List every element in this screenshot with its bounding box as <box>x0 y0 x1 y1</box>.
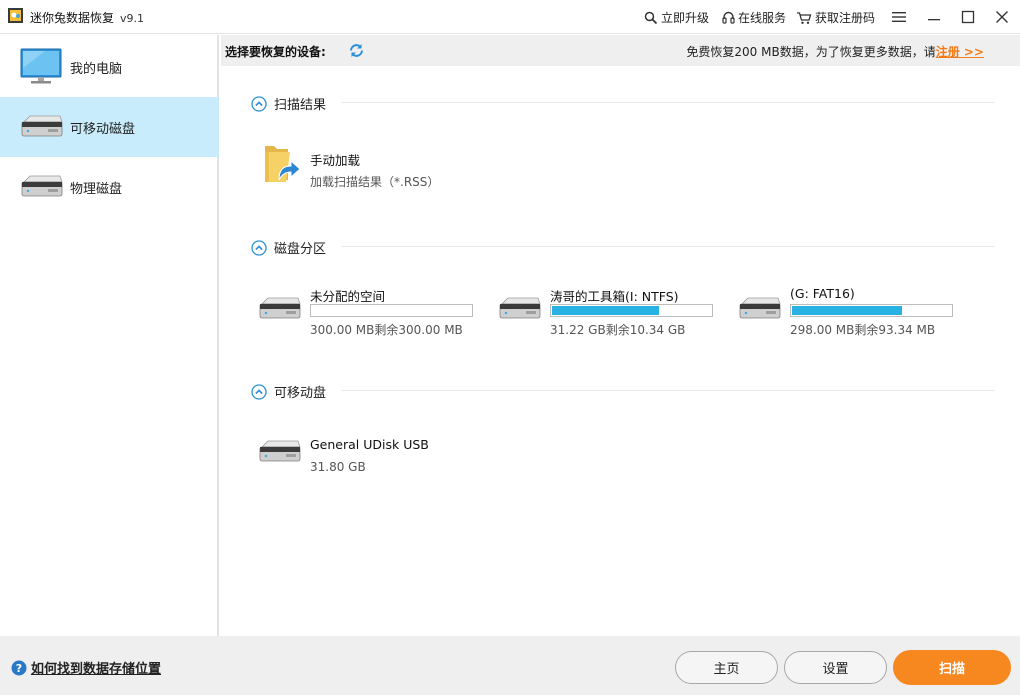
section-partitions-title: 磁盘分区 <box>274 242 327 257</box>
menu-button[interactable] <box>886 4 912 30</box>
drive-icon <box>21 175 63 197</box>
promo-message: 免费恢复200 MB数据，为了恢复更多数据，请注册 >> <box>686 43 984 60</box>
sidebar-item-removable-disk[interactable]: 可移动磁盘 <box>0 97 219 157</box>
partition-usage-bar <box>790 304 953 317</box>
headset-icon <box>722 11 735 24</box>
partition-tile-i-ntfs[interactable]: 涛哥的工具箱(I: NTFS) 31.22 GB剩余10.34 GB <box>498 283 718 343</box>
manual-load-desc: 加载扫描结果（*.RSS） <box>310 175 440 189</box>
device-select-label: 选择要恢复的设备: <box>225 45 326 59</box>
partition-name: (G: FAT16) <box>790 286 855 301</box>
sidebar-item-label: 可移动磁盘 <box>70 121 136 137</box>
search-icon <box>644 11 658 24</box>
sidebar-item-label: 物理磁盘 <box>70 181 123 197</box>
online-service-label: 在线服务 <box>738 11 787 25</box>
app-version: v9.1 <box>120 12 145 25</box>
partition-usage-bar <box>310 304 473 317</box>
maximize-icon <box>961 10 975 24</box>
help-link-label: 如何找到数据存储位置 <box>31 662 162 677</box>
upgrade-link[interactable]: 立即升级 <box>644 9 709 26</box>
partition-usage-fill <box>552 306 659 315</box>
home-button[interactable]: 主页 <box>675 651 778 684</box>
section-removable-title: 可移动盘 <box>274 386 327 401</box>
register-link[interactable]: 注册 >> <box>936 45 984 59</box>
online-service-link[interactable]: 在线服务 <box>722 9 786 26</box>
get-register-code-label: 获取注册码 <box>815 11 876 25</box>
removable-disk-tile[interactable]: General UDisk USB 31.80 GB <box>258 434 478 478</box>
drive-icon <box>499 297 541 319</box>
minimize-button[interactable] <box>921 4 947 30</box>
collapse-icon <box>251 95 267 112</box>
title-bar: 迷你兔数据恢复 v9.1 立即升级 在线服务 获取注册码 <box>0 0 1020 34</box>
refresh-icon[interactable] <box>348 42 365 59</box>
app-title: 迷你兔数据恢复 v9.1 <box>30 9 144 26</box>
cart-icon <box>797 11 812 24</box>
upgrade-label: 立即升级 <box>661 11 710 25</box>
minimize-icon <box>928 19 940 21</box>
settings-button[interactable]: 设置 <box>784 651 887 684</box>
close-icon <box>996 11 1008 23</box>
collapse-icon <box>251 239 267 256</box>
partition-tile-unallocated[interactable]: 未分配的空间 300.00 MB剩余300.00 MB <box>258 283 478 343</box>
help-link[interactable]: ? 如何找到数据存储位置 <box>11 658 161 677</box>
footer: ? 如何找到数据存储位置 主页 设置 扫描 <box>0 636 1020 695</box>
manual-load-name: 手动加载 <box>310 153 361 168</box>
section-divider <box>342 390 994 391</box>
sidebar-item-physical-disk[interactable]: 物理磁盘 <box>0 157 219 217</box>
drive-icon <box>259 440 301 462</box>
question-icon: ? <box>11 660 27 675</box>
partition-usage-fill <box>792 306 902 315</box>
partition-usage-bar <box>550 304 713 317</box>
sidebar: 我的电脑 可移动磁盘 物理磁盘 <box>0 35 219 636</box>
get-register-code-link[interactable]: 获取注册码 <box>796 9 875 26</box>
drive-icon <box>259 297 301 319</box>
partition-usage-text: 300.00 MB剩余300.00 MB <box>310 323 463 337</box>
partition-usage-text: 298.00 MB剩余93.34 MB <box>790 323 936 337</box>
removable-disk-size: 31.80 GB <box>310 460 366 474</box>
section-divider <box>342 246 994 247</box>
manual-load-tile[interactable]: 手动加载 加载扫描结果（*.RSS） <box>260 140 480 190</box>
partition-name: 未分配的空间 <box>310 289 386 304</box>
app-logo-icon <box>8 8 23 23</box>
folder-load-icon <box>265 146 301 182</box>
section-divider <box>342 102 994 103</box>
drive-icon <box>739 297 781 319</box>
partition-name: 涛哥的工具箱(I: NTFS) <box>550 289 679 304</box>
svg-text:?: ? <box>16 662 22 675</box>
section-scan-results-title: 扫描结果 <box>274 98 327 113</box>
removable-disk-name: General UDisk USB <box>310 437 429 452</box>
sidebar-item-my-computer[interactable]: 我的电脑 <box>0 37 219 97</box>
scan-button[interactable]: 扫描 <box>893 650 1011 685</box>
monitor-icon <box>20 48 62 84</box>
section-removable-toggle[interactable]: 可移动盘 <box>251 382 326 401</box>
drive-icon <box>21 115 63 137</box>
section-scan-results-toggle[interactable]: 扫描结果 <box>251 94 326 113</box>
hamburger-menu-icon <box>892 12 906 22</box>
app-name: 迷你兔数据恢复 <box>30 11 115 25</box>
maximize-button[interactable] <box>955 4 981 30</box>
promo-text: 免费恢复200 MB数据，为了恢复更多数据，请 <box>686 45 936 59</box>
sidebar-item-label: 我的电脑 <box>70 61 123 77</box>
partition-tile-g-fat16[interactable]: (G: FAT16) 298.00 MB剩余93.34 MB <box>738 283 958 343</box>
partition-usage-text: 31.22 GB剩余10.34 GB <box>550 323 686 337</box>
section-partitions-toggle[interactable]: 磁盘分区 <box>251 238 326 257</box>
collapse-icon <box>251 383 267 400</box>
device-select-bar: 选择要恢复的设备: 免费恢复200 MB数据，为了恢复更多数据，请注册 >> <box>221 35 1020 66</box>
close-button[interactable] <box>989 4 1015 30</box>
